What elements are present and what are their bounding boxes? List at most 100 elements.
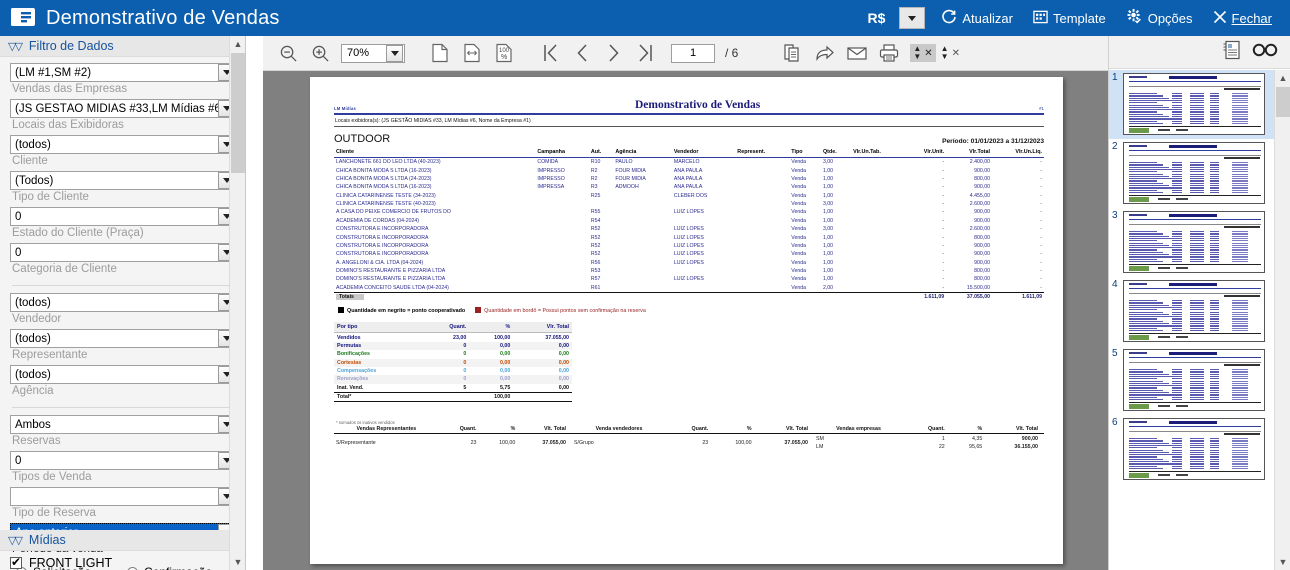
section-header-filtro[interactable]: ▽▽ Filtro de Dados [0,36,245,57]
row-qtde: 1,00 [822,276,834,283]
pt-label: Renovações [334,375,424,384]
row-vlr-un-liq: - [1040,184,1042,191]
chevron-double-down-icon: ▽▽ [8,534,23,547]
zoom-in-button[interactable] [305,39,335,67]
link-button[interactable] [1252,42,1278,63]
scrollbar-thumb[interactable] [1276,87,1290,117]
scroll-up-icon[interactable]: ▲ [1275,70,1290,86]
first-page-button[interactable] [535,39,565,67]
col-qtde: Qtde. [820,148,852,158]
thumbnail-item[interactable]: 4 [1109,277,1275,346]
next-page-button[interactable] [599,39,629,67]
col-campanha: Campanha [535,148,589,158]
representante-combo[interactable]: (todos) [10,329,237,348]
copy-icon [784,44,799,62]
thumbnail-item[interactable]: 5 [1109,346,1275,415]
totals-label: Totais [336,294,364,301]
page-layout-button[interactable] [1222,39,1242,66]
spinner-control-1[interactable]: ▲ ▼ ✕ [910,44,936,62]
ve-total: 36.155,00 [1014,443,1038,450]
section-header-midias[interactable]: ▽▽ Mídias [0,530,230,551]
page-number-input[interactable]: 1 [671,43,715,63]
tipo-cliente-combo[interactable]: (Todos) [10,171,237,190]
ve-name: SM [816,435,824,442]
export-button[interactable] [810,39,840,67]
email-button[interactable] [842,39,872,67]
chevron-down-icon[interactable] [386,44,403,62]
template-button[interactable]: Template [1023,5,1116,31]
thumbnail-page-preview [1123,349,1265,411]
thumbnail-item[interactable]: 3 [1109,208,1275,277]
thumbnail-item[interactable]: 2 [1109,139,1275,208]
fit-width-button[interactable] [457,39,487,67]
row-vlr-un-tab [851,208,905,216]
sidebar-scrollbar[interactable]: ▲ ▼ [229,36,245,570]
previous-page-button[interactable] [567,39,597,67]
options-button[interactable]: Opções [1116,4,1203,32]
row-represent [735,267,789,275]
spinner-control-2[interactable]: ▲ ▼ ✕ [938,44,963,62]
pt-quant: 0 [423,358,470,367]
checkbox-icon[interactable] [10,555,22,569]
last-page-icon [639,44,652,62]
zoom-level-select[interactable]: 70% [341,43,405,63]
vr-name: S/Representante [336,439,376,446]
row-vendedor: CLEBER DOS [673,192,708,199]
row-cliente: CONSTRUTORA E INCORPORADORA [336,251,429,258]
row-cliente: ACADEMIA CONCEITO SAUDE LTDA (04-2024) [336,284,449,291]
copy-button[interactable] [778,39,808,67]
scroll-up-icon[interactable]: ▲ [230,36,245,52]
thumbnail-item[interactable]: 6 [1109,415,1275,484]
currency-selector[interactable]: R$ [857,7,926,29]
row-agencia [613,242,672,250]
reservas-combo[interactable]: Ambos [10,415,237,434]
table-row: ACADEMIA CONCEITO SAUDE LTDA (04-2024) R6… [334,284,1044,293]
extra-dropdowns[interactable]: ▲ ▼ ✕ ▲ ▼ ✕ [910,44,963,62]
row-campanha [535,208,588,216]
document-viewport[interactable]: LM Mídias Demonstrativo de Vendas #1 Loc… [263,71,1108,570]
pt-pct: 0,00 [500,368,511,375]
scrollbar-thumb[interactable] [231,53,245,173]
scroll-down-icon[interactable]: ▼ [1275,554,1290,570]
last-page-button[interactable] [631,39,661,67]
locais-exibidoras-combo[interactable]: (JS GESTÃO MIDIAS #33,LM Mídias #6,Nome … [10,99,237,118]
estado-cliente-combo[interactable]: 0 [10,207,237,226]
col-cliente: Cliente [334,148,536,158]
actual-size-button[interactable]: 100% [489,39,519,67]
row-agencia: ADMOOH [615,184,639,191]
close-icon[interactable]: ✕ [924,48,932,59]
col-vlr-unit: Vlr.Unit. [904,148,947,158]
tipos-venda-combo[interactable]: 0 [10,451,237,470]
print-button[interactable] [874,39,904,67]
close-icon[interactable]: ✕ [952,48,960,59]
categoria-cliente-combo[interactable]: 0 [10,243,237,262]
currency-dropdown-button[interactable] [899,7,926,29]
scroll-down-icon[interactable]: ▼ [230,554,245,570]
row-campanha [535,242,588,250]
thumbnail-item[interactable]: 1 [1109,70,1275,139]
vendas-empresas-combo[interactable]: (LM #1,SM #2) [10,63,237,82]
row-vlr-total: 900,00 [974,184,990,191]
zoom-level-value: 70% [347,47,370,59]
col-vlr-total: Vlr.Total [946,148,992,158]
vendedor-combo[interactable]: (todos) [10,293,237,312]
row-cliente: CONSTRUTORA E INCORPORADORA [336,234,429,241]
cliente-combo[interactable]: (todos) [10,135,237,154]
thumbnail-scrollbar[interactable]: ▲ ▼ [1274,70,1290,570]
vendas-representantes-table: Vendas Representantes Quant. % Vlt. Tota… [334,425,572,451]
thumbnail-list[interactable]: 1 2 3 4 5 6 [1109,70,1275,484]
zoom-out-button[interactable] [273,39,303,67]
row-tipo: Venda [791,284,806,291]
row-vlr-total: 900,00 [974,209,990,216]
tipo-reserva-combo[interactable] [10,487,237,506]
vv-col-pct: % [714,425,758,435]
filter-fields: (LM #1,SM #2) Vendas das Empresas (JS GE… [0,57,245,570]
close-button[interactable]: Fechar [1203,6,1282,31]
midias-list-item[interactable]: FRONT LIGHT [0,552,230,570]
refresh-button[interactable]: Atualizar [931,5,1023,32]
row-vlr-un-tab [851,183,905,191]
agencia-combo[interactable]: (todos) [10,365,237,384]
fit-page-button[interactable] [425,39,455,67]
reservas-value: Ambos [15,418,51,431]
row-agencia [613,192,672,200]
